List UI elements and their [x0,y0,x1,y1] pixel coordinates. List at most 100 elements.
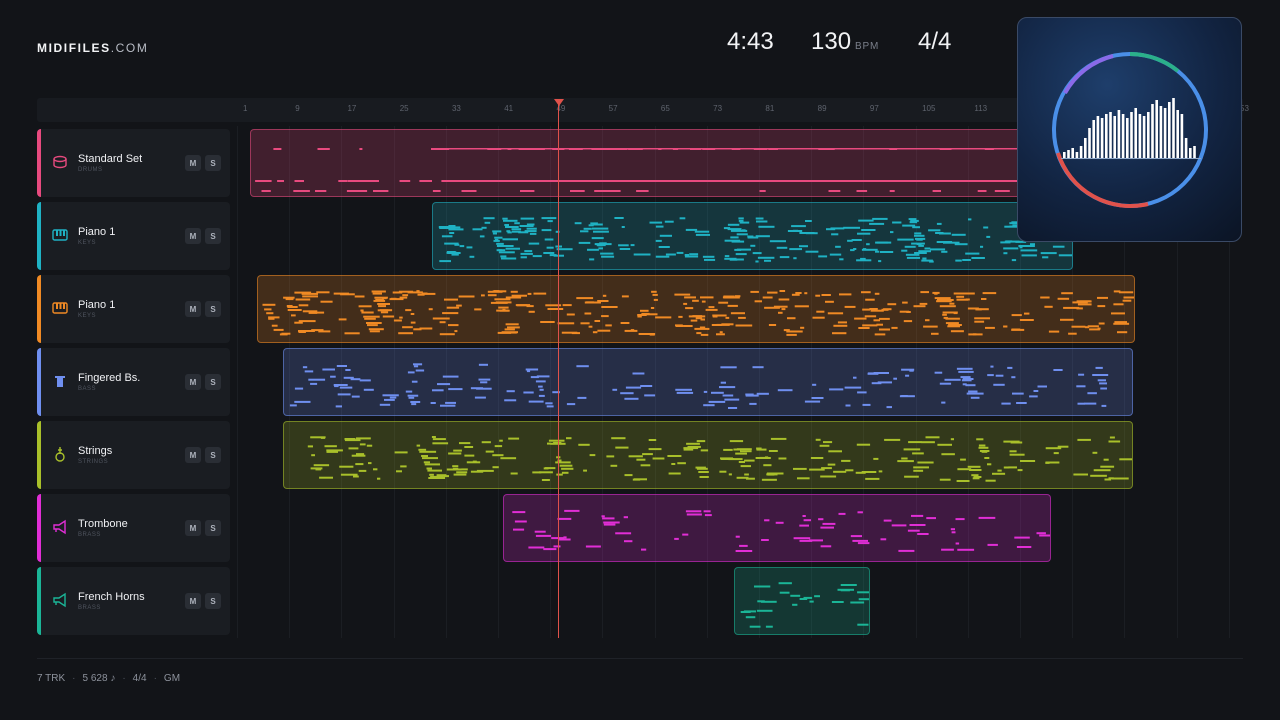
midi-note [451,253,459,256]
ruler-tick: 89 [817,104,827,113]
midi-note [562,304,572,307]
track-header[interactable]: Standard Set DRUMS M S [37,129,230,197]
midi-note [1077,438,1091,441]
solo-button[interactable]: S [205,374,221,390]
midi-note [638,333,656,335]
midi-note [816,310,825,313]
midi-clip[interactable] [283,348,1133,416]
midi-note [976,438,984,441]
midi-clip[interactable] [257,275,1135,343]
midi-note [481,226,487,229]
midi-note [344,332,360,335]
midi-clip[interactable] [432,202,1073,270]
midi-note [939,382,952,385]
track-header[interactable]: Fingered Bs. BASS M S [37,348,230,416]
midi-note [862,403,871,406]
midi-note [875,241,888,244]
midi-note [366,322,382,324]
midi-note [684,255,699,258]
midi-note [858,190,866,192]
track-header[interactable]: Strings STRINGS M S [37,421,230,489]
midi-note [1113,290,1121,293]
midi-note [860,257,866,260]
midi-note [423,292,436,295]
midi-note [603,521,620,524]
mute-button[interactable]: M [185,593,201,609]
midi-note [802,515,806,517]
track-header[interactable]: Piano 1 KEYS M S [37,275,230,343]
track-header[interactable]: Piano 1 KEYS M S [37,202,230,270]
solo-button[interactable]: S [205,593,221,609]
midi-note [464,446,474,448]
tempo-display[interactable]: 130 BPM [811,28,879,58]
solo-button[interactable]: S [205,155,221,171]
midi-note [611,437,626,440]
midi-note [861,248,878,251]
midi-note [759,190,766,192]
solo-button[interactable]: S [205,520,221,536]
midi-note [725,316,730,319]
midi-note [1008,466,1017,469]
midi-note [377,303,390,305]
midi-note [805,220,812,222]
midi-note [266,312,274,315]
midi-note [601,315,609,318]
ruler-tick: 33 [451,104,461,113]
midi-note [686,442,700,445]
mute-button[interactable]: M [185,374,201,390]
midi-note [652,293,658,296]
midi-note [689,253,699,256]
midi-note [805,250,819,253]
midi-note [731,240,745,243]
midi-note [833,324,848,327]
midi-note [464,454,475,457]
midi-note [939,305,956,308]
midi-note [548,439,565,442]
midi-note [845,469,854,472]
midi-note [444,298,458,301]
midi-note [789,248,802,251]
track-header[interactable]: French Horns BRASS M S [37,567,230,635]
midi-note [809,600,814,603]
solo-button[interactable]: S [205,447,221,463]
mute-button[interactable]: M [185,155,201,171]
midi-note [956,298,969,301]
ruler-tick: 25 [399,104,409,113]
mute-button[interactable]: M [185,447,201,463]
midi-note [829,388,844,391]
midi-note [1016,402,1027,404]
midi-note [506,390,515,393]
midi-note [448,388,463,391]
midi-clip[interactable] [283,421,1133,489]
mute-button[interactable]: M [185,301,201,317]
midi-note [576,297,594,300]
midi-note [1111,477,1129,480]
playhead[interactable] [558,104,559,638]
midi-note [977,190,987,192]
note-pattern [512,509,1050,552]
midi-note [949,302,955,305]
midi-note [833,470,847,473]
mute-button[interactable]: M [185,520,201,536]
midi-clip[interactable] [250,129,1030,197]
solo-button[interactable]: S [205,228,221,244]
midi-note [534,530,546,533]
spectrum-bar [1121,114,1125,158]
midi-note [1040,252,1057,255]
playhead-marker-icon[interactable] [554,99,564,106]
time-signature[interactable]: 4/4 [918,28,951,58]
midi-note [943,316,948,319]
midi-note [869,222,885,225]
midi-note [932,291,940,294]
midi-clip[interactable] [734,567,870,635]
midi-note [876,323,883,326]
midi-note [311,454,315,457]
mute-button[interactable]: M [185,228,201,244]
brand-logo[interactable]: MIDIFILES.COM [37,41,148,55]
midi-note [701,300,706,303]
midi-note [909,524,926,526]
track-header[interactable]: Trombone BRASS M S [37,494,230,562]
midi-note [564,509,580,512]
midi-clip[interactable] [503,494,1051,562]
solo-button[interactable]: S [205,301,221,317]
